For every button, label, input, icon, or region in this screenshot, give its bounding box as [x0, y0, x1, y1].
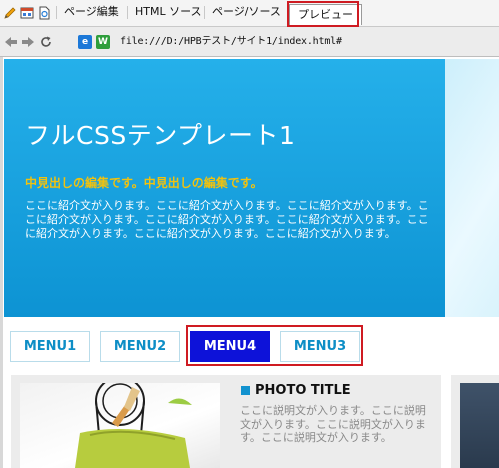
- hero-body-text: ここに紹介文が入ります。ここに紹介文が入ります。ここに紹介文が入ります。ここに紹…: [25, 199, 429, 240]
- photo-image: [20, 383, 220, 468]
- photo-description: ここに説明文が入ります。ここに説明文が入ります。ここに説明文が入ります。ここに説…: [240, 404, 426, 444]
- menu-highlight: [186, 325, 363, 366]
- layout-icon[interactable]: [20, 6, 34, 20]
- hero-subtitle: 中見出しの編集です。中見出しの編集です。: [25, 176, 263, 190]
- tab-separator: [56, 6, 57, 19]
- menu-item-menu1[interactable]: MENU1: [10, 331, 90, 362]
- preview-tab-highlight: [287, 1, 359, 27]
- tab-html-source[interactable]: HTML ソース: [135, 5, 202, 23]
- editor-tab-bar: ページ編集 HTML ソース ページ/ソース プレビュー: [0, 0, 499, 27]
- reload-icon[interactable]: [39, 35, 53, 49]
- tab-separator: [204, 6, 205, 19]
- tab-separator: [127, 6, 128, 19]
- back-arrow-icon[interactable]: [4, 36, 18, 48]
- url-field[interactable]: file:///D:/HPBテスト/サイト1/index.html#: [120, 36, 342, 48]
- second-card-image: [460, 383, 499, 468]
- hero-title: フルCSSテンプレート1: [25, 121, 296, 150]
- alt-browser-icon[interactable]: W: [96, 35, 110, 49]
- tab-page-source[interactable]: ページ/ソース: [212, 5, 281, 23]
- address-bar: e W file:///D:/HPBテスト/サイト1/index.html#: [0, 27, 499, 57]
- menu-item-menu2[interactable]: MENU2: [100, 331, 180, 362]
- photo-title: PHOTO TITLE: [255, 383, 351, 398]
- shopping-bag-photo-icon: [75, 383, 192, 468]
- forward-arrow-icon[interactable]: [21, 36, 35, 48]
- photo-title-bullet: [241, 386, 250, 395]
- tab-page-edit[interactable]: ページ編集: [64, 5, 119, 23]
- pencil-icon[interactable]: [3, 6, 17, 20]
- hero-side-image: [445, 59, 499, 317]
- ie-browser-icon[interactable]: e: [78, 35, 92, 49]
- document-icon[interactable]: [37, 6, 51, 20]
